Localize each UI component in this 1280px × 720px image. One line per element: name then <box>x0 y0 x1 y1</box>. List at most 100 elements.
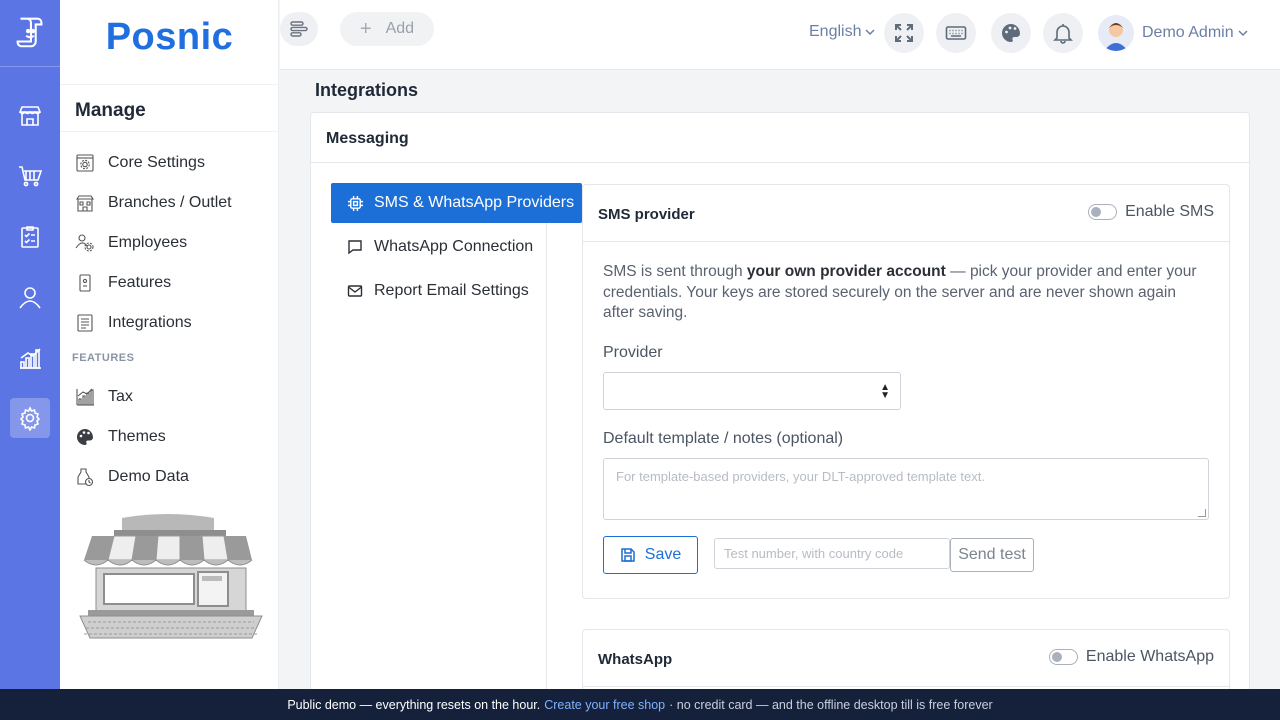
rail-divider <box>0 66 60 67</box>
messaging-card: Messaging SMS & WhatsApp Providers Whats… <box>310 112 1250 712</box>
features-icon <box>74 272 96 294</box>
language-dropdown[interactable]: English <box>809 23 876 41</box>
tab-sms-whatsapp-providers[interactable]: SMS & WhatsApp Providers <box>331 183 582 223</box>
toggle-switch[interactable] <box>1048 649 1078 665</box>
avatar <box>1098 15 1134 51</box>
whatsapp-panel-header: WhatsApp Enable WhatsApp <box>583 630 1229 687</box>
employees-icon <box>74 232 96 254</box>
rail-store-icon[interactable] <box>10 96 50 136</box>
sidebar-item-label: Tax <box>108 388 133 405</box>
tax-icon <box>74 386 96 408</box>
sms-description: SMS is sent through your own provider ac… <box>603 262 1203 324</box>
sidebar-item-themes[interactable]: Themes <box>74 422 166 452</box>
card-title: Messaging <box>326 130 409 147</box>
resize-grip-icon[interactable] <box>1198 509 1206 517</box>
sidebar-section-title: Manage <box>75 100 146 121</box>
sidebar-item-core-settings[interactable]: Core Settings <box>74 148 205 178</box>
provider-select[interactable]: ▲ ▼ <box>603 372 901 410</box>
rail-clipboard-icon[interactable] <box>10 217 50 257</box>
envelope-icon <box>346 282 364 300</box>
rail-user-icon[interactable] <box>10 277 50 317</box>
sidebar-item-label: Branches / Outlet <box>108 194 232 211</box>
rail-gear-icon[interactable] <box>10 398 50 438</box>
chip-icon <box>346 194 364 212</box>
tab-label: SMS & WhatsApp Providers <box>374 194 575 211</box>
send-test-button[interactable]: Send test <box>950 538 1034 572</box>
sidebar-item-label: Integrations <box>108 314 192 331</box>
user-menu[interactable]: Demo Admin <box>1098 15 1249 51</box>
language-label: English <box>809 23 862 40</box>
rail-cart-icon[interactable] <box>10 156 50 196</box>
tabs-divider <box>546 223 547 703</box>
sms-panel-title: SMS provider <box>598 206 695 223</box>
add-button[interactable]: + Add <box>340 12 434 46</box>
sidebar-item-branches[interactable]: Branches / Outlet <box>74 188 232 218</box>
test-number-placeholder: Test number, with country code <box>724 546 904 561</box>
sidebar-item-tax[interactable]: Tax <box>74 382 133 412</box>
user-avatar-icon <box>1098 15 1134 51</box>
desc-emphasis: your own provider account <box>746 263 946 280</box>
notifications-button[interactable] <box>1043 13 1083 53</box>
tab-label: WhatsApp Connection <box>374 238 534 255</box>
rail-chart-icon[interactable] <box>10 338 50 378</box>
create-shop-link[interactable]: Create your free shop <box>544 698 665 712</box>
brand-divider <box>60 84 279 85</box>
tab-report-email-settings[interactable]: Report Email Settings <box>331 271 582 311</box>
sidebar-item-demo-data[interactable]: Demo Data <box>74 462 189 492</box>
keyboard-shortcuts-button[interactable] <box>936 13 976 53</box>
desc-text: SMS is sent through <box>603 263 747 280</box>
toggle-switch[interactable] <box>1088 204 1118 220</box>
palette-icon <box>1002 24 1020 42</box>
theme-button[interactable] <box>991 13 1031 53</box>
brand-name[interactable]: Posnic <box>60 16 279 59</box>
enable-sms-label: Enable SMS <box>1125 203 1214 220</box>
sidebar-item-label: Core Settings <box>108 154 205 171</box>
keyboard-icon <box>945 26 967 40</box>
user-name: Demo Admin <box>1142 24 1234 41</box>
shop-illustration <box>79 514 263 639</box>
fullscreen-icon <box>895 24 913 42</box>
save-button-label: Save <box>644 546 682 563</box>
sidebar-item-label: Themes <box>108 428 166 445</box>
send-test-label: Send test <box>958 546 1026 563</box>
sidebar-item-label: Features <box>108 274 172 291</box>
chat-bubble-icon <box>346 238 364 256</box>
enable-whatsapp-label: Enable WhatsApp <box>1085 648 1214 665</box>
sidebar-item-employees[interactable]: Employees <box>74 228 187 258</box>
template-placeholder: For template-based providers, your DLT-a… <box>616 469 985 484</box>
settings-doc-icon <box>74 152 96 174</box>
floppy-disk-icon <box>621 548 635 562</box>
save-button[interactable]: Save <box>603 536 698 574</box>
sort-arrows-icon: ▲ ▼ <box>880 382 890 401</box>
sidebar-item-features[interactable]: Features <box>74 268 171 298</box>
enable-sms-toggle[interactable]: Enable SMS <box>1088 203 1214 221</box>
banner-text: Public demo — everything resets on the h… <box>287 697 541 712</box>
page-title: Integrations <box>315 80 419 100</box>
app-logo-icon[interactable] <box>10 12 50 52</box>
add-button-label: Add <box>385 20 415 37</box>
template-textarea[interactable]: For template-based providers, your DLT-a… <box>603 458 1209 520</box>
provider-label: Provider <box>603 344 663 361</box>
plus-icon: + <box>359 17 372 40</box>
sidebar: Posnic Manage Core Settings Branches / O… <box>60 0 279 689</box>
icon-rail <box>0 0 60 689</box>
sidebar-item-integrations[interactable]: Integrations <box>74 308 192 338</box>
demo-data-icon <box>74 466 96 488</box>
enable-whatsapp-toggle[interactable]: Enable WhatsApp <box>1048 648 1214 666</box>
sidebar-item-label: Employees <box>108 234 188 251</box>
fullscreen-button[interactable] <box>884 13 924 53</box>
card-header: Messaging <box>311 113 1249 163</box>
integrations-icon <box>74 312 96 334</box>
menu-toggle-button[interactable] <box>280 12 318 46</box>
bell-icon <box>1053 24 1073 44</box>
tab-whatsapp-connection[interactable]: WhatsApp Connection <box>331 227 582 267</box>
top-bar: + Add English Demo Admin <box>280 0 1280 70</box>
test-number-input[interactable]: Test number, with country code <box>714 538 950 569</box>
whatsapp-panel-title: WhatsApp <box>598 651 673 668</box>
sms-panel-header: SMS provider Enable SMS <box>583 185 1229 242</box>
sms-provider-panel: SMS provider Enable SMS SMS is sent thro… <box>582 184 1230 599</box>
section-divider <box>60 131 279 132</box>
building-icon <box>74 192 96 214</box>
template-label: Default template / notes (optional) <box>603 430 844 447</box>
sidebar-item-label: Demo Data <box>108 468 189 485</box>
